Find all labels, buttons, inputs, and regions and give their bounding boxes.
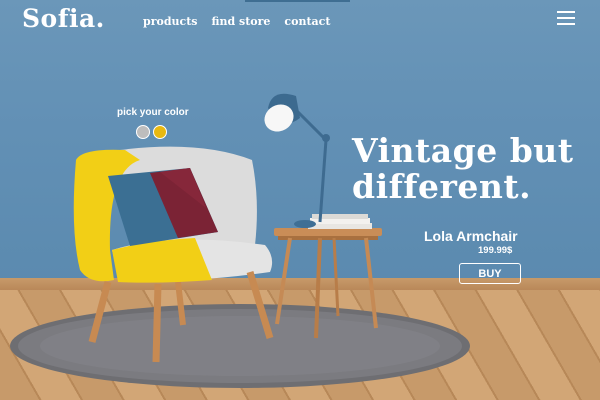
product-price: 199.99$ (478, 245, 513, 256)
nav-link-products[interactable]: products (143, 15, 197, 28)
hero-headline-line2: different. (352, 167, 532, 206)
hamburger-menu-icon[interactable] (557, 11, 575, 25)
desk-lamp (264, 93, 330, 228)
brand-logo[interactable]: Sofia. (22, 4, 105, 33)
buy-button[interactable]: BUY (459, 263, 521, 284)
product-name: Lola Armchair (424, 228, 518, 244)
nav-link-contact[interactable]: contact (284, 15, 330, 28)
color-swatch-gray[interactable] (136, 125, 150, 139)
hero-headline-line1: Vintage but (352, 131, 574, 170)
hero-headline: Vintage but different. (352, 133, 574, 205)
nav-link-find-store[interactable]: find store (211, 15, 270, 28)
main-nav: products find store contact (143, 15, 330, 28)
color-swatch-yellow[interactable] (153, 125, 167, 139)
books (308, 214, 372, 229)
color-picker-label: pick your color (117, 107, 189, 118)
